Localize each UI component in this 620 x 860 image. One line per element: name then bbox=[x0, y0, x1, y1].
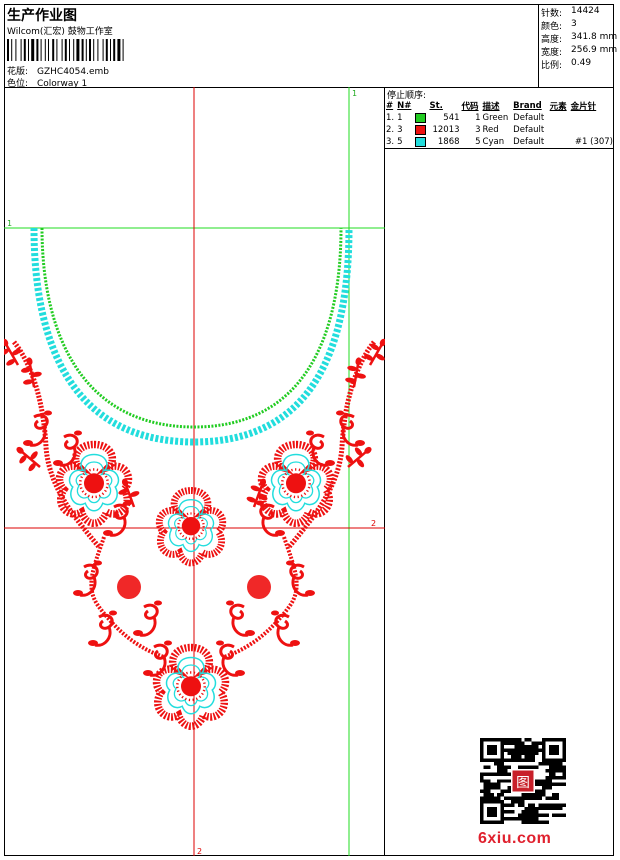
row-stitches: 12013 bbox=[432, 125, 460, 135]
row-stitches: 1868 bbox=[428, 136, 461, 149]
column-header: St. bbox=[429, 101, 443, 111]
stat-label: 高度: bbox=[541, 35, 563, 45]
header-info: 生产作业图 Wilcom(汇宏) 鼓物工作室 花版: GZHC4054.emb 色… bbox=[4, 4, 539, 89]
table-row: 2. 3 12013 3 Red Default bbox=[385, 124, 614, 136]
column-header: 代码 bbox=[461, 102, 479, 112]
guide-label-v2: 2 bbox=[197, 847, 202, 856]
row-needle: 5 bbox=[396, 136, 415, 149]
row-needle: 1 bbox=[397, 113, 403, 123]
page-title: 生产作业图 bbox=[7, 8, 77, 24]
row-description: Red bbox=[482, 125, 499, 135]
stat-label: 宽度: bbox=[541, 48, 563, 58]
column-header: Brand bbox=[513, 101, 542, 111]
qr-code: 图 bbox=[480, 738, 566, 824]
stat-value: 14424 bbox=[571, 6, 600, 16]
stat-stitches: 针数: 14424 bbox=[541, 6, 600, 19]
stat-width: 宽度: 256.9 mm bbox=[541, 45, 617, 58]
watermark-logo: 6xiu.com bbox=[478, 830, 552, 847]
seal-mark: 图 bbox=[516, 775, 530, 791]
company-name: Wilcom(汇宏) 鼓物工作室 bbox=[7, 27, 113, 37]
table-row: 1. 1 541 1 Green Default bbox=[385, 112, 614, 124]
stat-value: 0.49 bbox=[571, 58, 592, 68]
row-sequin: #1 (307) bbox=[569, 136, 614, 149]
stat-label: 针数: bbox=[541, 9, 563, 19]
row-needle: 3 bbox=[397, 125, 403, 135]
row-code: 5 bbox=[460, 136, 482, 149]
guide-label-v1: 1 bbox=[352, 89, 357, 98]
stat-value: 3 bbox=[571, 19, 577, 29]
table-row: 3. 5 1868 5 Cyan Default #1 (307) bbox=[385, 136, 614, 149]
stat-scale: 比例: 0.49 bbox=[541, 58, 591, 71]
row-code: 1 bbox=[475, 113, 481, 123]
design-canvas: 1 1 2 2 bbox=[4, 87, 385, 856]
row-code: 3 bbox=[475, 125, 481, 135]
row-brand: Default bbox=[513, 125, 545, 135]
stop-sequence-table: # N# St. 代码 描述 Brand 元素 金片针 1. 1 541 1 Green… bbox=[385, 100, 614, 149]
stat-colors: 颜色: 3 bbox=[541, 19, 577, 32]
color-swatch-box bbox=[415, 112, 427, 123]
column-header: N# bbox=[397, 101, 412, 111]
row-description: Cyan bbox=[481, 136, 513, 149]
stat-label: 比例: bbox=[541, 61, 563, 71]
guide-label-h1: 1 bbox=[7, 219, 12, 228]
row-sequin bbox=[570, 112, 614, 124]
color-swatch bbox=[414, 124, 428, 136]
row-element bbox=[549, 112, 570, 124]
barcode bbox=[7, 39, 124, 61]
row-index: 2. bbox=[386, 125, 395, 135]
column-header bbox=[414, 100, 428, 112]
table-header-row: # N# St. 代码 描述 Brand 元素 金片针 bbox=[385, 100, 614, 112]
color-swatch-box bbox=[415, 136, 427, 147]
row-index: 3. bbox=[385, 136, 397, 149]
stat-height: 高度: 341.8 mm bbox=[541, 32, 617, 45]
row-brand: Default bbox=[512, 136, 549, 149]
row-element bbox=[548, 136, 570, 149]
color-swatch bbox=[414, 136, 429, 149]
color-swatch-box bbox=[415, 124, 427, 135]
embroidery-preview: 1 1 2 2 bbox=[4, 87, 385, 856]
guide-label-h2: 2 bbox=[371, 519, 376, 528]
neckline-cyan-scallop bbox=[30, 227, 353, 446]
column-header: # bbox=[386, 101, 394, 111]
stats-panel: 针数: 14424 颜色: 3 高度: 341.8 mm 宽度: 256.9 mm 比例… bbox=[538, 4, 617, 88]
color-swatch bbox=[414, 112, 428, 124]
stat-label: 颜色: bbox=[541, 22, 563, 32]
column-header: 描述 bbox=[482, 102, 500, 112]
row-description: Green bbox=[482, 113, 509, 123]
row-element bbox=[549, 124, 570, 136]
row-brand: Default bbox=[513, 113, 545, 123]
row-sequin bbox=[570, 124, 614, 136]
row-stitches: 541 bbox=[443, 113, 460, 123]
row-index: 1. bbox=[386, 113, 395, 123]
stat-value: 256.9 mm bbox=[571, 45, 618, 55]
column-header: 金片针 bbox=[570, 102, 597, 112]
column-header: 元素 bbox=[549, 102, 567, 112]
stat-value: 341.8 mm bbox=[571, 32, 618, 42]
